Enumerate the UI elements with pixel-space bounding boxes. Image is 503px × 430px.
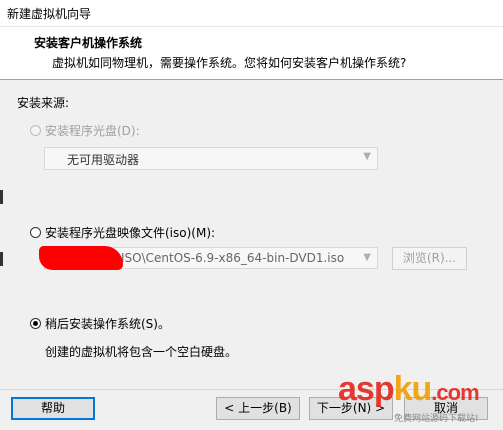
header-subtitle: 虚拟机如同物理机，需要操作系统。您将如何安装客户机操作系统?: [52, 56, 407, 70]
radio-button-disc[interactable]: [30, 125, 41, 136]
later-description: 创建的虚拟机将包含一个空白硬盘。: [45, 345, 238, 359]
watermark-text-b: ku: [393, 370, 433, 408]
radio-label-disc: 安装程序光盘(D):: [45, 124, 140, 138]
radio-label-later: 稍后安装操作系统(S)。: [45, 317, 170, 331]
back-button[interactable]: < 上一步(B): [216, 397, 300, 420]
wizard-header: 安装客户机操作系统 虚拟机如同物理机，需要操作系统。您将如何安装客户机操作系统?: [0, 27, 503, 80]
drive-select[interactable]: 无可用驱动器 ▼: [44, 147, 378, 170]
watermark-text-c: .com: [431, 380, 479, 405]
chevron-down-icon: ▼: [363, 252, 371, 263]
install-source-label: 安装来源:: [17, 96, 70, 110]
title-bar: 新建虚拟机向导: [0, 0, 503, 27]
watermark-logo: aspku.com: [338, 370, 480, 409]
radio-label-iso: 安装程序光盘映像文件(iso)(M):: [45, 226, 216, 240]
window-edge-mark: [0, 190, 3, 204]
iso-path-combobox[interactable]: ISO\CentOS-6.9-x86_64-bin-DVD1.iso ▼: [39, 246, 378, 270]
drive-select-value: 无可用驱动器: [67, 153, 140, 167]
iso-path-value: ISO\CentOS-6.9-x86_64-bin-DVD1.iso: [121, 251, 345, 265]
window-title: 新建虚拟机向导: [7, 7, 92, 21]
header-title: 安装客户机操作系统: [34, 36, 143, 50]
watermark-subtitle: 免费网站源码下载站!: [394, 414, 479, 424]
radio-button-later[interactable]: [30, 318, 41, 329]
chevron-down-icon: ▼: [363, 151, 371, 162]
radio-button-iso[interactable]: [30, 227, 41, 238]
browse-button[interactable]: 浏览(R)...: [392, 247, 467, 270]
window-edge-mark: [0, 252, 3, 266]
redaction-mark: [39, 246, 123, 270]
help-button[interactable]: 帮助: [11, 397, 95, 420]
watermark-text-a: asp: [338, 370, 395, 408]
